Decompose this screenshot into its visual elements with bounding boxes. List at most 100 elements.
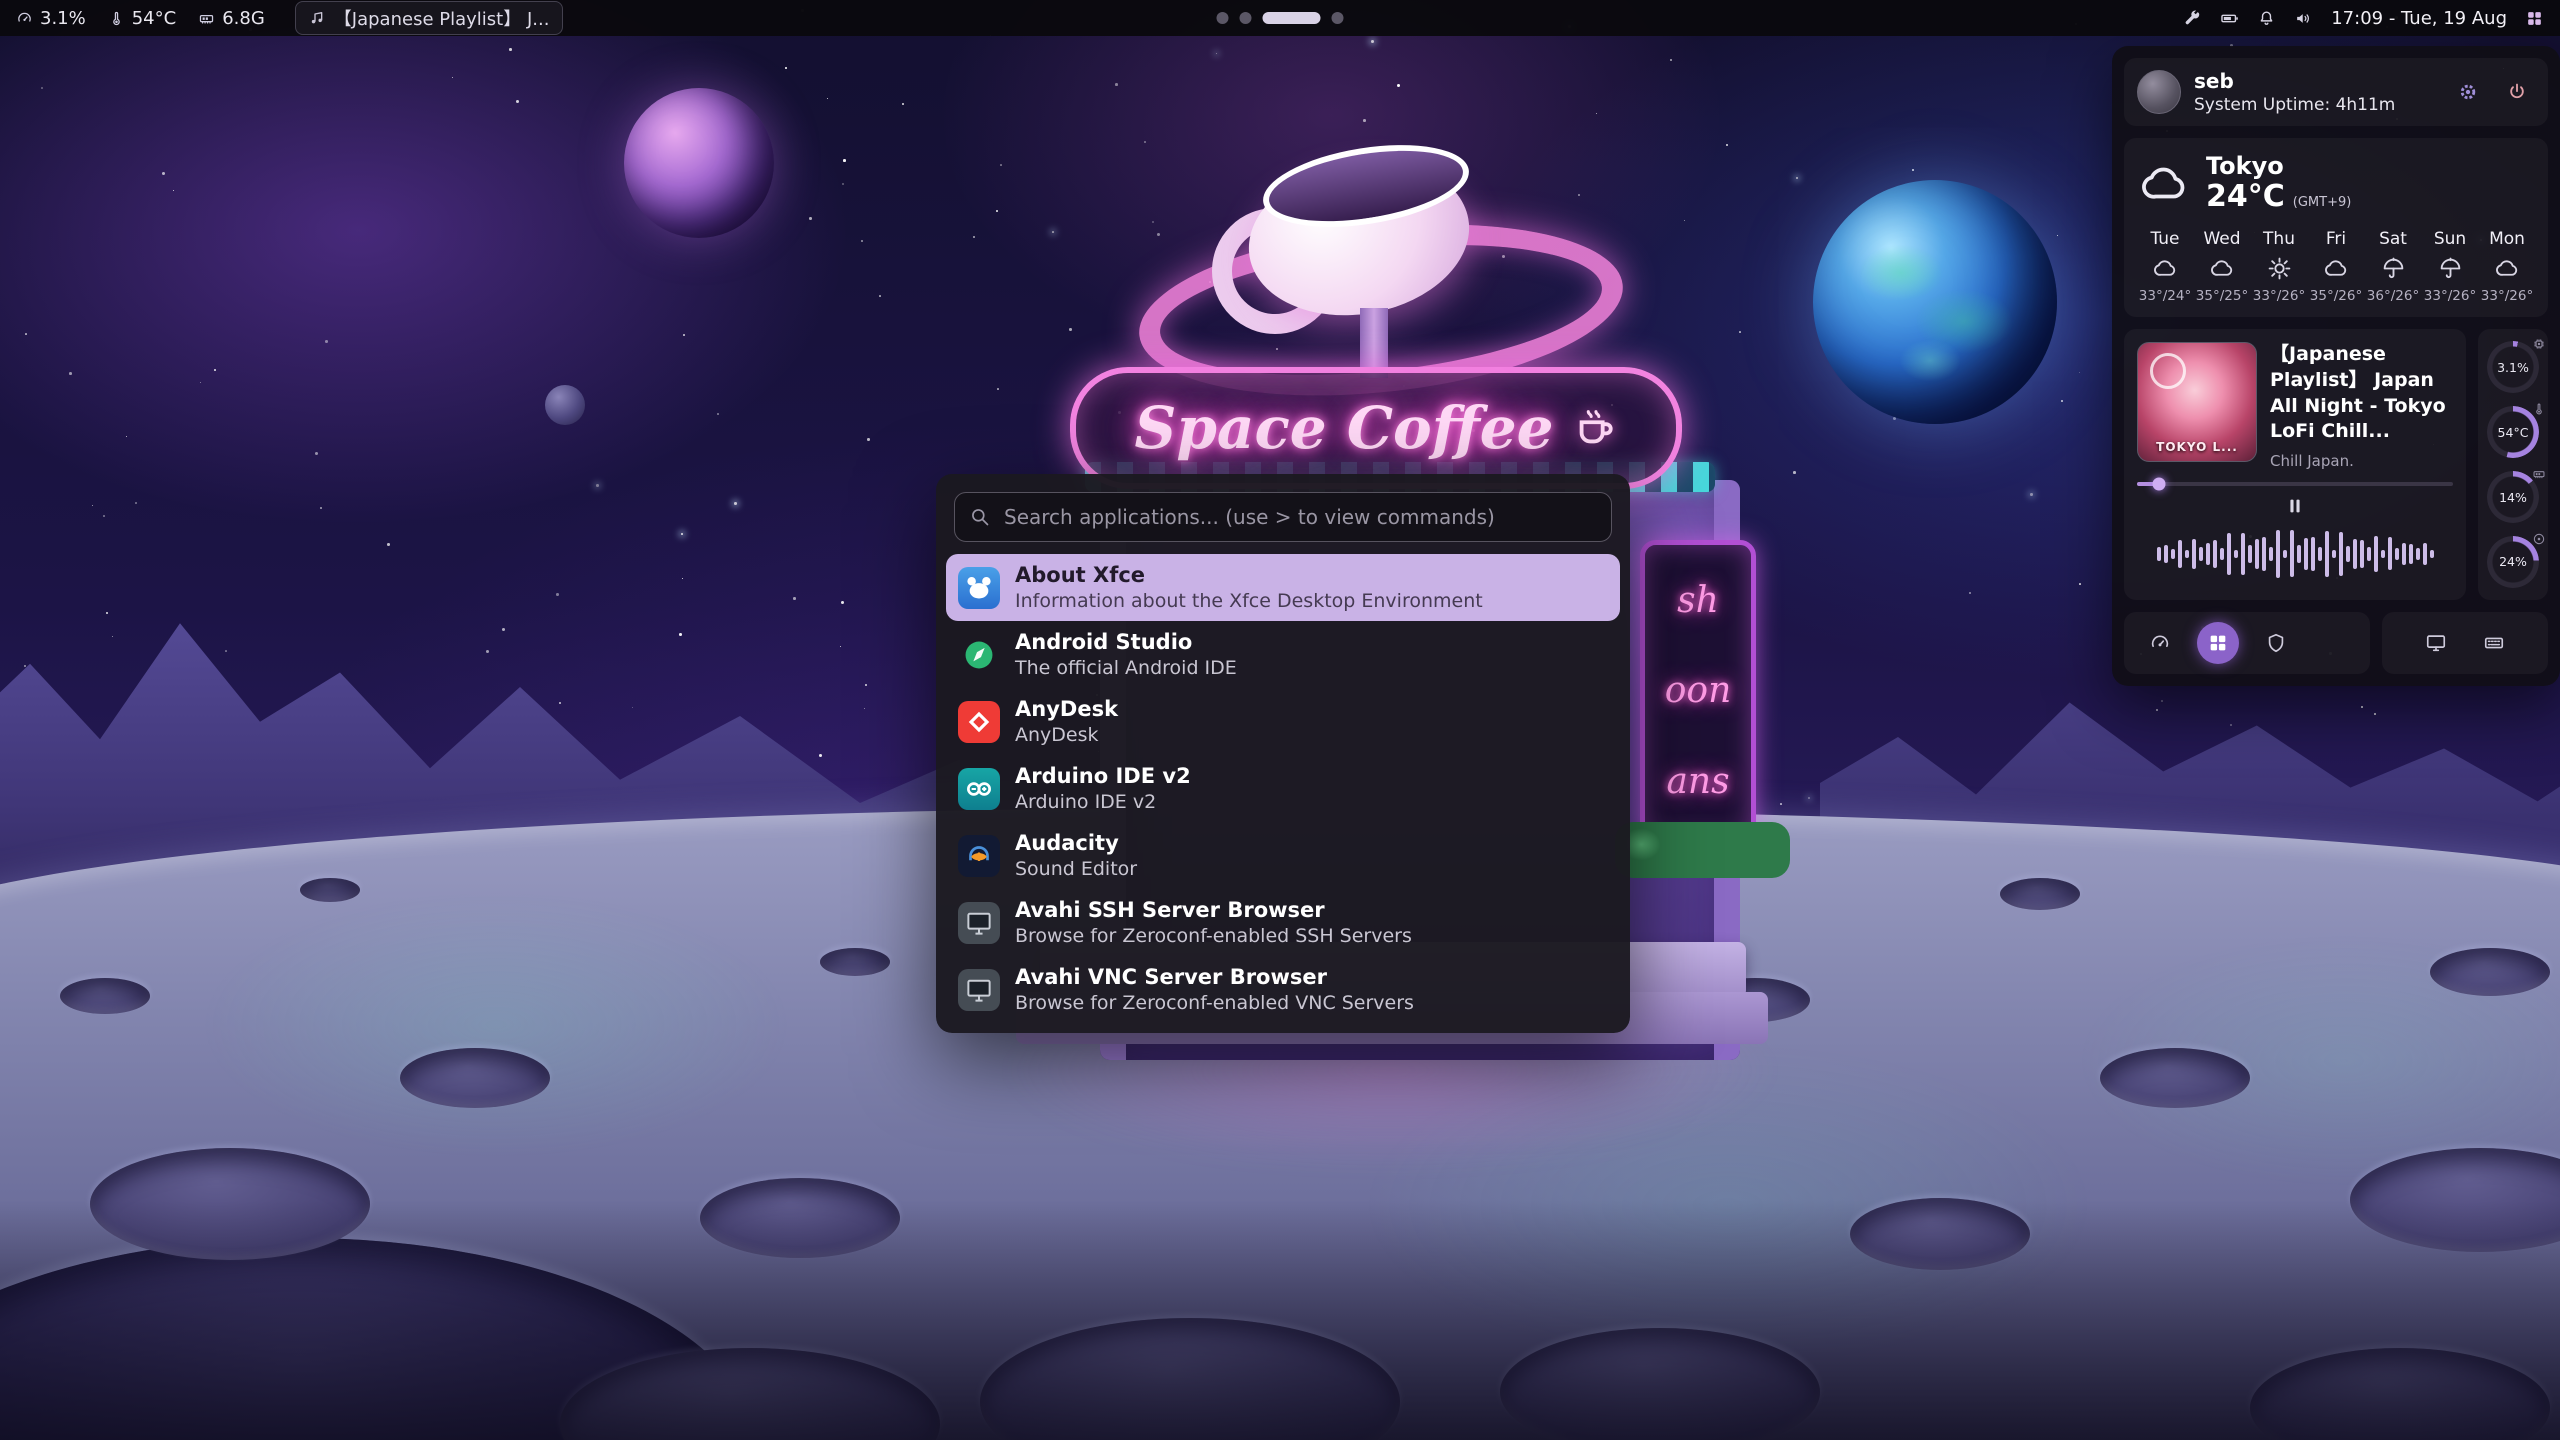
app-grid-button[interactable] [2197,622,2239,664]
album-art[interactable]: TOKYO L... [2137,342,2257,462]
cpu-icon [2532,336,2546,355]
user-card: seb System Uptime: 4h11m [2124,58,2548,126]
music-note-icon [309,10,325,26]
forecast-day: Mon 33°/26° [2482,229,2532,304]
display-button[interactable] [2415,622,2457,664]
forecast-day: Wed 35°/25° [2197,229,2247,304]
forecast-day-label: Sat [2379,229,2407,249]
clock[interactable]: 17:09 - Tue, 19 Aug [2331,8,2507,29]
disk-gauge: 24% [2487,536,2539,588]
power-icon [2507,82,2527,102]
search-input[interactable] [1002,504,1596,530]
app-texts: Arduino IDE v2 Arduino IDE v2 [1015,764,1191,814]
app-name: Avahi VNC Server Browser [1015,965,1414,990]
app-row-arduino-ide[interactable]: Arduino IDE v2 Arduino IDE v2 [946,755,1620,822]
album-caption: TOKYO L... [2138,440,2256,454]
app-row-about-xfce[interactable]: About Xfce Information about the Xfce De… [946,554,1620,621]
weather-timezone: (GMT+9) [2293,195,2352,210]
forecast-day: Fri 35°/26° [2311,229,2361,304]
shield-button[interactable] [2255,622,2297,664]
forecast-day-label: Wed [2203,229,2240,249]
weather-forecast: Tue 33°/24° Wed 35°/25° Thu 33°/26° Fri [2140,229,2532,304]
app-row-avahi-ssh[interactable]: Avahi SSH Server Browser Browse for Zero… [946,889,1620,956]
thermometer-icon [2532,401,2546,420]
media-player-card: TOKYO L... 【Japanese Playlist】 Japan All… [2124,329,2466,600]
system-gauges: 3.1% 54°C 14% 24% [2478,329,2548,600]
app-texts: Audacity Sound Editor [1015,831,1137,881]
media-top: TOKYO L... 【Japanese Playlist】 Japan All… [2137,342,2453,470]
avatar[interactable] [2137,70,2181,114]
memory-icon [2532,466,2546,485]
track-title: 【Japanese Playlist】 Japan All Night - To… [2270,342,2453,445]
settings-button[interactable] [2450,74,2486,110]
forecast-temps: 35°/25° [2196,288,2248,304]
forecast-day: Sun 33°/26° [2425,229,2475,304]
performance-button[interactable] [2139,622,2181,664]
power-button[interactable] [2499,74,2535,110]
media-and-gauges: TOKYO L... 【Japanese Playlist】 Japan All… [2124,329,2548,600]
seek-bar-handle[interactable] [2153,477,2166,490]
window-sign-line: sh [1677,580,1719,621]
user-texts: seb System Uptime: 4h11m [2194,69,2437,115]
forecast-day-label: Tue [2150,229,2179,249]
shop-window-sign: sh oon ans [1640,540,1756,842]
forecast-day-label: Fri [2326,229,2346,249]
app-row-android-studio[interactable]: Android Studio The official Android IDE [946,621,1620,688]
volume-icon[interactable] [2294,9,2313,28]
cpu-stat[interactable]: 3.1% [16,8,86,29]
window-sign-line: ans [1666,761,1729,802]
window-sign-line: oon [1665,670,1732,711]
cpu-usage-icon [16,10,33,27]
forecast-temps: 33°/26° [2424,288,2476,304]
app-description: Browse for Zeroconf-enabled SSH Servers [1015,925,1412,948]
desktop: Space Coffee sh oon ans 3.1% 54°C 6.8G [0,0,2560,1440]
seek-bar[interactable] [2137,482,2453,486]
cloud-icon [2153,256,2178,281]
battery-icon[interactable] [2220,9,2239,28]
quick-actions-left [2124,612,2370,674]
pause-icon[interactable] [2284,495,2306,517]
app-row-anydesk[interactable]: AnyDesk AnyDesk [946,688,1620,755]
dashboard-panel: seb System Uptime: 4h11m Tokyo 24°C (GMT… [2112,46,2560,686]
display-icon [2425,632,2447,654]
search-bar[interactable] [954,492,1612,542]
app-description: Sound Editor [1015,858,1137,881]
system-stats: 3.1% 54°C 6.8G 【Japanese Playlist】 J... [16,1,563,35]
forecast-day-label: Sun [2434,229,2466,249]
grid-icon [2207,632,2229,654]
workspace-dot-1[interactable] [1217,12,1229,24]
weather-texts: Tokyo 24°C (GMT+9) [2206,153,2351,214]
app-description: Arduino IDE v2 [1015,791,1191,814]
app-grid-icon[interactable] [2525,9,2544,28]
sun-icon [2267,256,2292,281]
tools-icon[interactable] [2183,9,2202,28]
app-row-audacity[interactable]: Audacity Sound Editor [946,822,1620,889]
app-description: Browse for Zeroconf-enabled VNC Servers [1015,992,1414,1015]
keyboard-button[interactable] [2473,622,2515,664]
app-name: Avahi SSH Server Browser [1015,898,1412,923]
memory-stat[interactable]: 6.8G [198,8,265,29]
weather-card: Tokyo 24°C (GMT+9) Tue 33°/24° Wed 35°/2… [2124,138,2548,317]
forecast-day: Sat 36°/26° [2368,229,2418,304]
cloud-icon [2210,256,2235,281]
app-description: Information about the Xfce Desktop Envir… [1015,590,1483,613]
disk-icon [2532,531,2546,550]
workspace-dot-4[interactable] [1332,12,1344,24]
forecast-temps: 35°/26° [2310,288,2362,304]
server-browser-icon [958,902,1000,944]
weather-temperature: 24°C [2206,179,2285,214]
shield-icon [2265,632,2287,654]
xfce-mouse-icon [958,567,1000,609]
username: seb [2194,69,2437,93]
temperature-stat[interactable]: 54°C [108,8,176,29]
now-playing-label: 【Japanese Playlist】 J... [334,5,550,31]
keyboard-icon [2483,632,2505,654]
app-row-avahi-vnc[interactable]: Avahi VNC Server Browser Browse for Zero… [946,956,1620,1023]
workspace-dot-2[interactable] [1240,12,1252,24]
workspace-active-pill[interactable] [1263,12,1321,24]
memory-gauge: 14% [2487,471,2539,523]
track-subtitle: Chill Japan. [2270,452,2453,470]
forecast-day-label: Thu [2263,229,2295,249]
notifications-bell-icon[interactable] [2257,9,2276,28]
now-playing-pill[interactable]: 【Japanese Playlist】 J... [295,1,564,35]
